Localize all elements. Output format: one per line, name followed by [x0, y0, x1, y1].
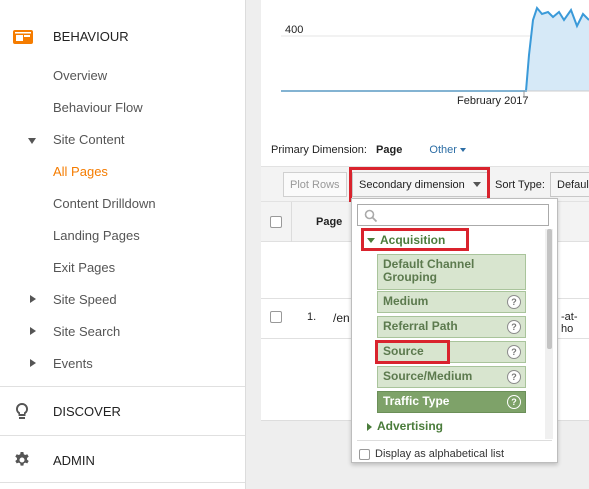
group-advertising[interactable]: Advertising	[367, 419, 443, 433]
alphabetical-label: Display as alphabetical list	[375, 448, 505, 460]
search-icon	[364, 209, 378, 223]
sidebar: BEHAVIOUR Overview Behaviour Flow Site C…	[0, 0, 246, 489]
sidebar-item-site-search[interactable]: Site Search	[53, 324, 120, 339]
divider	[0, 435, 245, 436]
row-page-url-tail[interactable]: -at-ho	[561, 311, 589, 335]
sidebar-item-landing-pages[interactable]: Landing Pages	[53, 228, 140, 243]
option-label: Source/Medium	[383, 369, 473, 383]
help-icon[interactable]: ?	[507, 320, 521, 334]
option-label: Medium	[383, 294, 429, 308]
sidebar-item-site-content[interactable]: Site Content	[53, 132, 125, 147]
option-default-channel-grouping[interactable]: Default Channel Grouping	[377, 254, 526, 290]
option-label: Referral Path	[383, 319, 458, 333]
caret-right-icon	[30, 327, 36, 335]
lightbulb-icon	[12, 401, 32, 421]
nav-admin[interactable]: ADMIN	[0, 440, 245, 480]
chart-svg	[281, 5, 589, 96]
other-dimension-link[interactable]: Other	[429, 144, 457, 156]
highlight-source	[375, 340, 450, 364]
divider	[0, 482, 245, 483]
row-index: 1.	[307, 311, 317, 323]
help-icon[interactable]: ?	[507, 395, 521, 409]
option-referral-path[interactable]: Referral Path ?	[377, 316, 526, 338]
nav-behaviour-label: BEHAVIOUR	[53, 28, 129, 44]
primary-dimension-label: Primary Dimension:	[271, 144, 367, 156]
primary-dimension-value[interactable]: Page	[376, 144, 402, 156]
help-icon[interactable]: ?	[507, 295, 521, 309]
primary-dimension: Primary Dimension: Page Other	[271, 144, 466, 156]
gear-icon	[12, 450, 32, 470]
highlight-acquisition	[361, 228, 469, 251]
help-icon[interactable]: ?	[507, 370, 521, 384]
divider	[357, 440, 552, 441]
page-column-header[interactable]: Page	[316, 216, 342, 228]
sidebar-item-exit-pages[interactable]: Exit Pages	[53, 260, 115, 275]
y-tick-label: 400	[285, 24, 304, 36]
option-traffic-type[interactable]: Traffic Type ?	[377, 391, 526, 413]
row-page-url[interactable]: /en	[333, 311, 350, 325]
sidebar-item-overview[interactable]: Overview	[53, 68, 107, 83]
option-label: Traffic Type	[383, 394, 450, 408]
plot-rows-button[interactable]: Plot Rows	[283, 172, 347, 197]
sidebar-item-events[interactable]: Events	[53, 356, 93, 371]
sidebar-item-content-drilldown[interactable]: Content Drilldown	[53, 196, 156, 211]
x-tick-label: February 2017	[457, 95, 529, 107]
dimension-search-input[interactable]	[357, 204, 549, 226]
scrollbar-thumb[interactable]	[547, 229, 552, 349]
sidebar-item-site-speed[interactable]: Site Speed	[53, 292, 117, 307]
caret-right-icon	[30, 359, 36, 367]
chevron-down-icon	[459, 148, 466, 153]
alphabetical-checkbox[interactable]	[359, 448, 370, 460]
behaviour-icon	[12, 26, 33, 46]
group-advertising-label: Advertising	[377, 419, 444, 433]
sidebar-item-behaviour-flow[interactable]: Behaviour Flow	[53, 100, 143, 115]
nav-discover-label: DISCOVER	[53, 403, 121, 419]
chart: 400 February 2017	[261, 0, 589, 112]
select-all-checkbox[interactable]	[270, 216, 282, 228]
highlight-secondary-dimension	[349, 167, 490, 202]
option-source-medium[interactable]: Source/Medium ?	[377, 366, 526, 388]
sidebar-item-all-pages[interactable]: All Pages	[53, 164, 108, 179]
caret-right-icon	[30, 295, 36, 303]
sort-type-label: Sort Type:	[495, 179, 545, 191]
column-divider	[291, 202, 292, 242]
caret-right-icon	[367, 422, 372, 431]
divider	[0, 386, 245, 387]
alphabetical-list-toggle[interactable]: Display as alphabetical list	[359, 448, 504, 460]
help-icon[interactable]: ?	[507, 345, 521, 359]
option-label: Default Channel Grouping	[383, 257, 475, 284]
nav-behaviour[interactable]: BEHAVIOUR	[0, 16, 245, 56]
row-checkbox[interactable]	[270, 311, 282, 323]
nav-discover[interactable]: DISCOVER	[0, 391, 245, 431]
sort-type-select[interactable]: Defaul	[550, 172, 589, 197]
option-medium[interactable]: Medium ?	[377, 291, 526, 313]
nav-admin-label: ADMIN	[53, 452, 95, 468]
caret-down-icon	[28, 138, 36, 144]
